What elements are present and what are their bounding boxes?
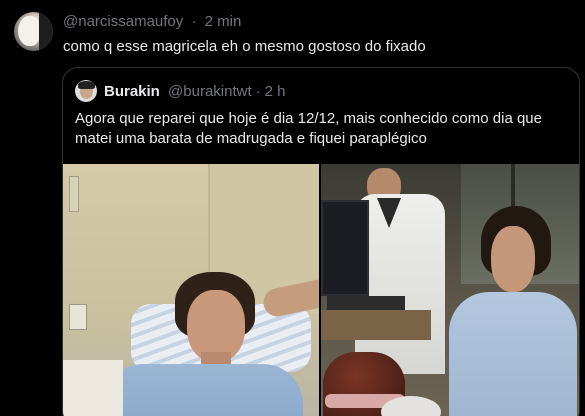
quoted-display-name[interactable]: Burakin — [104, 83, 160, 100]
main-avatar[interactable] — [14, 12, 53, 51]
post-time[interactable]: 2 min — [205, 13, 242, 30]
quoted-handle[interactable]: @burakintwt — [168, 83, 252, 100]
wall-outlet-shape — [69, 176, 79, 212]
post-username[interactable]: @narcissamaufoy — [63, 13, 183, 30]
quoted-time[interactable]: 2 h — [265, 83, 286, 100]
post-separator: · — [191, 13, 197, 30]
quoted-avatar-hair-shape — [78, 81, 95, 89]
photo-hospital-bed[interactable] — [63, 164, 319, 416]
gown-shape — [103, 364, 303, 416]
wall-socket-shape — [69, 304, 87, 330]
avatar-hair-shape — [18, 16, 40, 46]
patient-face-shape — [491, 226, 535, 292]
quoted-avatar[interactable] — [75, 80, 97, 102]
desk-shape — [321, 310, 431, 340]
quoted-tweet-card[interactable]: Burakin @burakintwt · 2 h Agora que repare… — [62, 67, 580, 416]
keyboard-shape — [327, 296, 405, 310]
patient-gown-shape — [449, 292, 577, 416]
avatar-shade-shape — [39, 12, 53, 51]
quoted-separator: · — [255, 83, 261, 100]
post-header: @narcissamaufoy · 2 min — [63, 12, 241, 32]
photo-doctor-cake[interactable] — [321, 164, 579, 416]
monitor-shape — [321, 200, 369, 296]
quoted-text: Agora que reparei que hoje é dia 12/12, … — [75, 110, 542, 147]
quoted-header: Burakin @burakintwt · 2 h — [104, 82, 285, 102]
post-text: como q esse magricela eh o mesmo gostoso… — [63, 38, 426, 55]
media-grid — [63, 164, 579, 416]
quoted-meta: @burakintwt · 2 h — [168, 83, 285, 100]
bed-sheet-shape — [63, 360, 123, 416]
